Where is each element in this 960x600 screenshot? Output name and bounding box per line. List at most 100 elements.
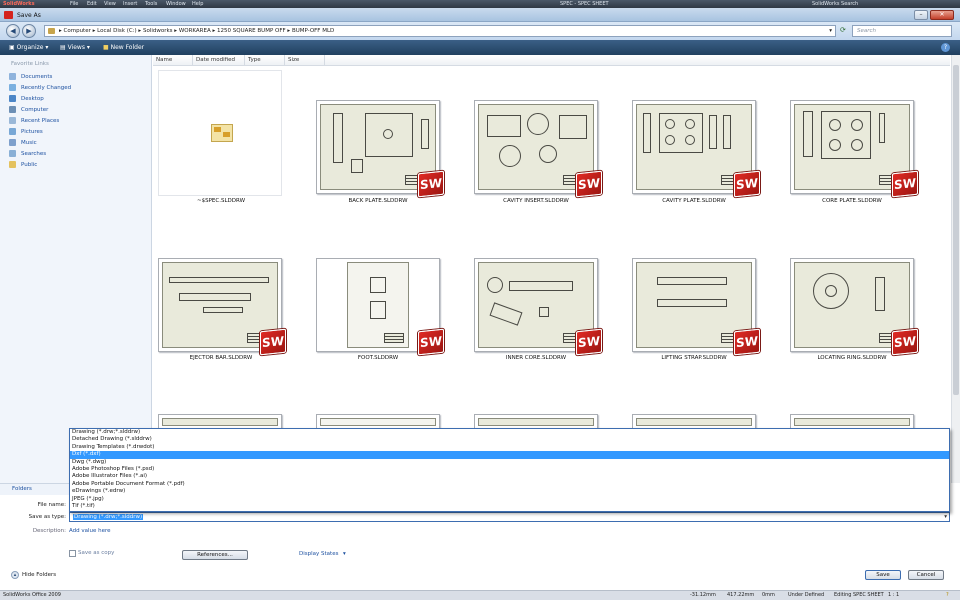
file-name-label[interactable]: LOCATING RING.SLDDRW — [777, 355, 927, 361]
crumb-current-folder[interactable]: BUMP-OFF MLD — [292, 28, 334, 34]
hide-folders-label[interactable]: Hide Folders — [22, 572, 56, 578]
column-date-modified[interactable]: Date modified — [193, 55, 245, 66]
refresh-icon[interactable]: ⟳ — [840, 26, 846, 34]
add-description-link[interactable]: Add value here — [69, 528, 111, 534]
menu-help[interactable]: Help — [192, 1, 203, 7]
app-brand: SolidWorks — [3, 1, 35, 7]
type-option[interactable]: Drawing Templates (*.drwdot) — [70, 444, 949, 451]
type-option[interactable]: eDrawings (*.edrw) — [70, 488, 949, 495]
display-states-label[interactable]: Display States — [299, 551, 338, 557]
nav-item-music[interactable]: Music — [9, 138, 37, 148]
file-name-label[interactable]: ~$SPEC.SLDDRW — [146, 198, 296, 204]
scrollbar-thumb[interactable] — [953, 65, 959, 395]
solidworks-logo-icon — [4, 11, 13, 19]
solidworks-app-bar: SolidWorks File Edit View Insert Tools W… — [0, 0, 960, 8]
crumb-local-disk[interactable]: Local Disk (C:) — [97, 28, 137, 34]
cancel-button[interactable]: Cancel — [908, 570, 944, 580]
views-menu[interactable]: ▤ Views ▾ — [60, 44, 90, 51]
type-option-highlighted[interactable]: Dxf (*.dxf) — [70, 451, 949, 459]
nav-item-documents[interactable]: Documents — [9, 72, 52, 82]
crumb-project[interactable]: 1250 SQUARE BUMP OFF — [217, 28, 286, 34]
file-name-label[interactable]: FOOT.SLDDRW — [303, 355, 453, 361]
documents-icon — [9, 73, 16, 80]
file-name-label[interactable]: CAVITY PLATE.SLDDRW — [619, 198, 769, 204]
menu-view[interactable]: View — [104, 1, 116, 7]
display-states-dropdown-icon[interactable]: ▾ — [343, 551, 346, 557]
minimize-button[interactable]: – — [914, 10, 928, 20]
file-name-label[interactable]: LIFTING STRAP.SLDDRW — [619, 355, 769, 361]
dialog-title-bar: Save As – ✕ — [0, 8, 960, 22]
nav-item-pictures[interactable]: Pictures — [9, 127, 43, 137]
solidworks-file-icon: SW — [418, 328, 444, 356]
nav-item-searches[interactable]: Searches — [9, 149, 46, 159]
type-option[interactable]: Tif (*.tif) — [70, 503, 949, 510]
nav-item-recent-places[interactable]: Recent Places — [9, 116, 59, 126]
solidworks-file-icon: SW — [576, 328, 602, 356]
crumb-workarea[interactable]: WORKAREA — [179, 28, 211, 34]
save-as-type-select[interactable]: Drawing (*.drw;*.slddrw) ▾ — [69, 512, 950, 522]
save-as-type-value: Drawing (*.drw;*.slddrw) — [73, 514, 144, 520]
help-icon[interactable]: ? — [941, 43, 950, 52]
type-option[interactable]: JPEG (*.jpg) — [70, 496, 949, 503]
type-option[interactable]: Adobe Illustrator Files (*.ai) — [70, 473, 949, 480]
nav-item-computer[interactable]: Computer — [9, 105, 48, 115]
hide-folders-icon[interactable]: ▴ — [11, 571, 19, 579]
type-option[interactable]: Adobe Portable Document Format (*.pdf) — [70, 481, 949, 488]
save-button[interactable]: Save — [865, 570, 901, 580]
back-arrow-icon[interactable]: ◀ — [6, 24, 20, 38]
menu-window[interactable]: Window — [166, 1, 186, 7]
menu-edit[interactable]: Edit — [87, 1, 97, 7]
menu-insert[interactable]: Insert — [123, 1, 137, 7]
type-option[interactable]: Drawing (*.drw;*.slddrw) — [70, 429, 949, 436]
references-button[interactable]: References... — [182, 550, 248, 560]
solidworks-search[interactable]: SolidWorks Search — [812, 1, 858, 7]
coord-z: 0mm — [762, 592, 775, 598]
column-name[interactable]: Name — [153, 55, 193, 66]
close-button[interactable]: ✕ — [930, 10, 954, 20]
search-input[interactable]: Search — [852, 25, 952, 37]
file-name-label[interactable]: BACK PLATE.SLDDRW — [303, 198, 453, 204]
forward-arrow-icon[interactable]: ▶ — [22, 24, 36, 38]
coord-x: -31.12mm — [690, 592, 716, 598]
type-option[interactable]: Dwg (*.dwg) — [70, 459, 949, 466]
address-bar: ◀ ▶ ▸ Computer ▸ Local Disk (C:) ▸ Solid… — [0, 22, 960, 40]
file-name-label[interactable]: CORE PLATE.SLDDRW — [777, 198, 927, 204]
sketch-state: Under Defined — [788, 592, 825, 598]
public-icon — [9, 161, 16, 168]
new-folder-button[interactable]: ■ New Folder — [103, 44, 144, 51]
file-name-label[interactable]: CAVITY INSERT.SLDDRW — [461, 198, 611, 204]
crumb-solidworks[interactable]: Solidworks — [143, 28, 173, 34]
nav-item-recently-changed[interactable]: Recently Changed — [9, 83, 71, 93]
menu-file[interactable]: File — [70, 1, 78, 7]
file-name-label[interactable]: INNER CORE.SLDDRW — [461, 355, 611, 361]
solidworks-file-icon: SW — [734, 328, 760, 356]
file-name-label[interactable]: EJECTOR BAR.SLDDRW — [146, 355, 296, 361]
chevron-down-icon[interactable]: ▾ — [944, 513, 947, 521]
file-thumbnail[interactable] — [158, 70, 282, 196]
save-as-copy-label[interactable]: Save as copy — [78, 550, 114, 556]
document-title: SPEC - SPEC SHEET — [560, 1, 609, 7]
favorite-links-pane: Favorite Links Documents Recently Change… — [0, 55, 152, 483]
solidworks-file-icon: SW — [734, 170, 760, 198]
save-as-copy-checkbox[interactable] — [69, 550, 76, 557]
breadcrumb[interactable]: ▸ Computer ▸ Local Disk (C:) ▸ Solidwork… — [44, 25, 836, 37]
solidworks-file-icon: SW — [892, 170, 918, 198]
dialog-title: Save As — [17, 12, 41, 19]
organize-menu[interactable]: ▣ Organize ▾ — [9, 44, 48, 51]
crumb-computer[interactable]: Computer — [64, 28, 91, 34]
address-dropdown-icon[interactable]: ▾ — [829, 26, 832, 36]
nav-item-desktop[interactable]: Desktop — [9, 94, 44, 104]
vertical-scrollbar[interactable] — [951, 55, 960, 483]
type-option[interactable]: Detached Drawing (*.slddrw) — [70, 436, 949, 443]
type-option[interactable]: Adobe Photoshop Files (*.psd) — [70, 466, 949, 473]
column-size[interactable]: Size — [285, 55, 325, 66]
folder-icon — [48, 28, 55, 34]
nav-item-public[interactable]: Public — [9, 160, 37, 170]
help-status-icon[interactable]: ? — [946, 591, 949, 600]
menu-tools[interactable]: Tools — [145, 1, 157, 7]
column-type[interactable]: Type — [245, 55, 285, 66]
solidworks-file-icon: SW — [260, 328, 286, 356]
save-as-type-list[interactable]: Drawing (*.drw;*.slddrw) Detached Drawin… — [69, 428, 950, 512]
file-name-label-text: File name: — [37, 502, 66, 508]
product-name: SolidWorks Office 2009 — [3, 592, 61, 598]
